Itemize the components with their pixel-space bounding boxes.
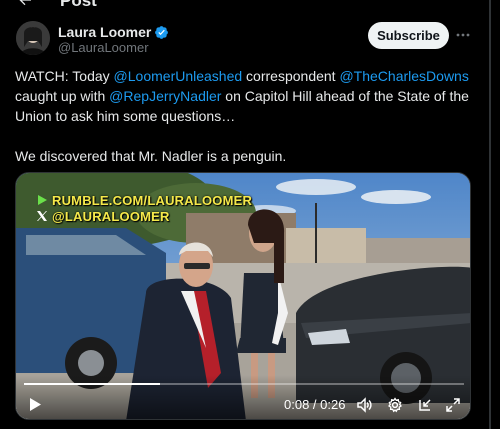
progress-bar[interactable] (24, 383, 464, 385)
duration: 0:26 (320, 397, 346, 412)
verified-badge-icon (155, 26, 169, 39)
subscribe-button[interactable]: Subscribe (368, 22, 449, 49)
settings-gear-icon[interactable] (387, 397, 403, 413)
volume-icon[interactable] (356, 397, 372, 413)
mention-link[interactable]: @RepJerryNadler (109, 88, 221, 104)
play-icon[interactable] (28, 397, 42, 412)
current-time: 0:08 (284, 397, 310, 412)
video-player[interactable]: RUMBLE.COM/LAURALOOMER @LAURALOOMER 0:08… (15, 172, 471, 420)
page-title: Post (60, 0, 97, 10)
time-separator: / (309, 397, 321, 412)
mention-link[interactable]: @TheCharlesDowns (339, 68, 468, 84)
author-display-name[interactable]: Laura Loomer (58, 24, 151, 41)
arrow-left-icon[interactable] (17, 0, 33, 8)
watermark-x: @LAURALOOMER (36, 209, 170, 224)
watermark-x-text: @LAURALOOMER (52, 209, 170, 224)
video-controls: 0:08 / 0:26 (16, 375, 470, 419)
tweet-text: WATCH: Today @LoomerUnleashed correspond… (15, 66, 480, 166)
fullscreen-icon[interactable] (445, 397, 461, 413)
more-icon[interactable] (455, 28, 471, 42)
watermark-rumble-text: RUMBLE.COM/LAURALOOMER (52, 193, 253, 208)
avatar[interactable] (16, 21, 50, 55)
minimize-player-icon[interactable] (417, 397, 433, 413)
x-logo-icon (37, 211, 47, 221)
tweet-text-segment: correspondent (242, 68, 340, 84)
tweet-text-segment: caught up with (15, 88, 110, 104)
mention-link[interactable]: @LoomerUnleashed (114, 68, 243, 84)
tweet-paragraph-2: We discovered that Mr. Nadler is a pengu… (15, 148, 287, 164)
author-handle[interactable]: @LauraLoomer (58, 40, 149, 56)
top-bar: Post (0, 0, 489, 12)
author-name-row[interactable]: Laura Loomer (58, 24, 169, 41)
time-display: 0:08 / 0:26 (284, 397, 345, 413)
column-divider (489, 0, 491, 429)
tweet-paragraph-1: WATCH: Today @LoomerUnleashed correspond… (15, 66, 480, 126)
watermark-rumble: RUMBLE.COM/LAURALOOMER (36, 193, 252, 208)
tweet-text-segment: WATCH: Today (15, 68, 114, 84)
progress-fill (24, 383, 161, 385)
rumble-play-icon (38, 195, 47, 205)
